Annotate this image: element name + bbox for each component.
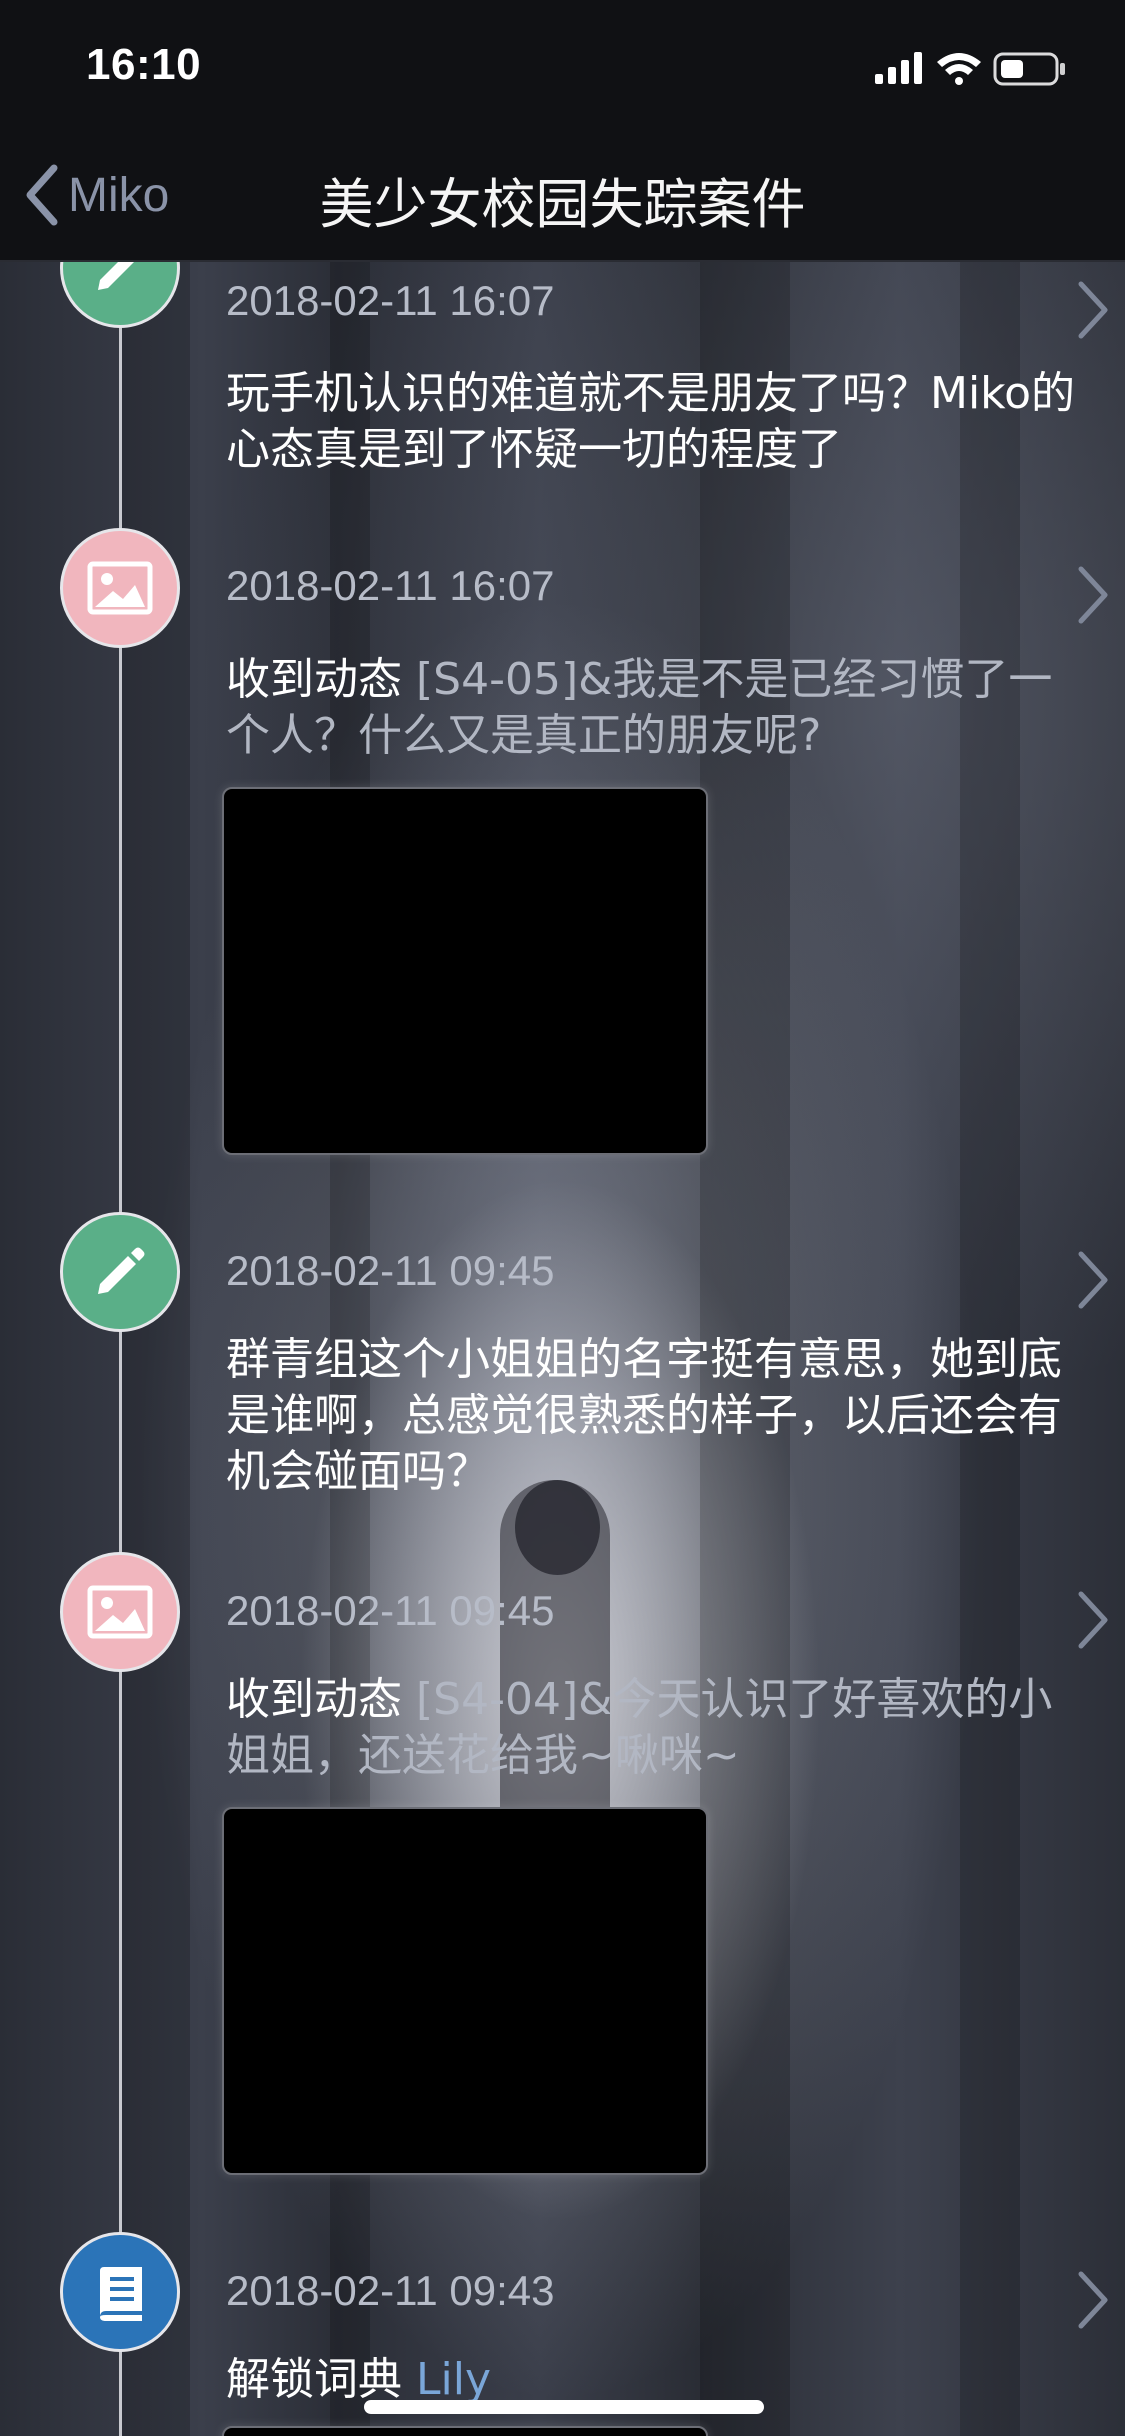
status-time: 16:10 (86, 40, 202, 89)
entry-timestamp: 2018-02-11 09:45 (226, 1587, 555, 1634)
chevron-right-icon[interactable] (1075, 2270, 1111, 2330)
page-title: 美少女校园失踪案件 (319, 173, 806, 236)
battery-icon (993, 52, 1065, 86)
entry-prefix: 解锁词典 (226, 2354, 416, 2405)
pencil-icon (98, 262, 134, 290)
note-badge (60, 262, 180, 328)
entry-prefix: 收到动态 (226, 1674, 416, 1725)
dictionary-link[interactable]: Lily (416, 2354, 491, 2405)
entry-timestamp: 2018-02-11 16:07 (226, 277, 555, 324)
status-bar: 16:10 (0, 0, 1125, 130)
post-thumbnail[interactable] (222, 787, 708, 1155)
navigation-bar: Miko 美少女校园失踪案件 (0, 130, 1125, 262)
status-icons (875, 52, 1065, 86)
image-icon (87, 561, 153, 615)
pencil-icon (98, 1247, 145, 1294)
image-icon (87, 1585, 153, 1639)
post-thumbnail[interactable] (222, 1807, 708, 2175)
image-badge (60, 528, 180, 648)
chevron-right-icon[interactable] (1075, 565, 1111, 625)
dictionary-badge (60, 2232, 180, 2352)
entry-timestamp: 2018-02-11 16:07 (226, 562, 555, 609)
signal-icon (875, 52, 922, 84)
entry-prefix: 收到动态 (226, 654, 416, 705)
timeline: 2018-02-11 16:07 玩手机认识的难道就不是朋友了吗？Miko的心态… (0, 262, 1125, 2436)
note-badge (60, 1212, 180, 1332)
post-thumbnail[interactable] (222, 2426, 708, 2436)
home-indicator[interactable] (364, 2400, 764, 2414)
timeline-entry[interactable]: 2018-02-11 16:07 玩手机认识的难道就不是朋友了吗？Miko的心态… (0, 262, 1125, 532)
chevron-right-icon[interactable] (1075, 1250, 1111, 1310)
entry-timestamp: 2018-02-11 09:45 (226, 1247, 555, 1294)
entry-text: 玩手机认识的难道就不是朋友了吗？Miko的心态真是到了怀疑一切的程度了 (226, 368, 1076, 475)
wifi-icon (937, 53, 981, 85)
chevron-right-icon[interactable] (1075, 280, 1111, 340)
entry-text: 收到动态 [S4-04]&今天认识了好喜欢的小姐姐，还送花给我~啾咪~ (226, 1672, 1076, 1784)
book-icon (100, 2267, 142, 2321)
entry-timestamp: 2018-02-11 09:43 (226, 2267, 555, 2314)
timeline-entry[interactable]: 2018-02-11 16:07 收到动态 [S4-05]&我是不是已经习惯了一… (0, 528, 1125, 1212)
chevron-right-icon[interactable] (1075, 1590, 1111, 1650)
entry-text: 群青组这个小姐姐的名字挺有意思，她到底是谁啊，总感觉很熟悉的样子，以后还会有机会… (226, 1334, 1062, 1497)
image-badge (60, 1552, 180, 1672)
timeline-entry[interactable]: 2018-02-11 09:45 群青组这个小姐姐的名字挺有意思，她到底是谁啊，… (0, 1212, 1125, 1552)
entry-text: 收到动态 [S4-05]&我是不是已经习惯了一个人？什么又是真正的朋友呢? (226, 652, 1076, 764)
timeline-entry[interactable]: 2018-02-11 09:45 收到动态 [S4-04]&今天认识了好喜欢的小… (0, 1552, 1125, 2232)
